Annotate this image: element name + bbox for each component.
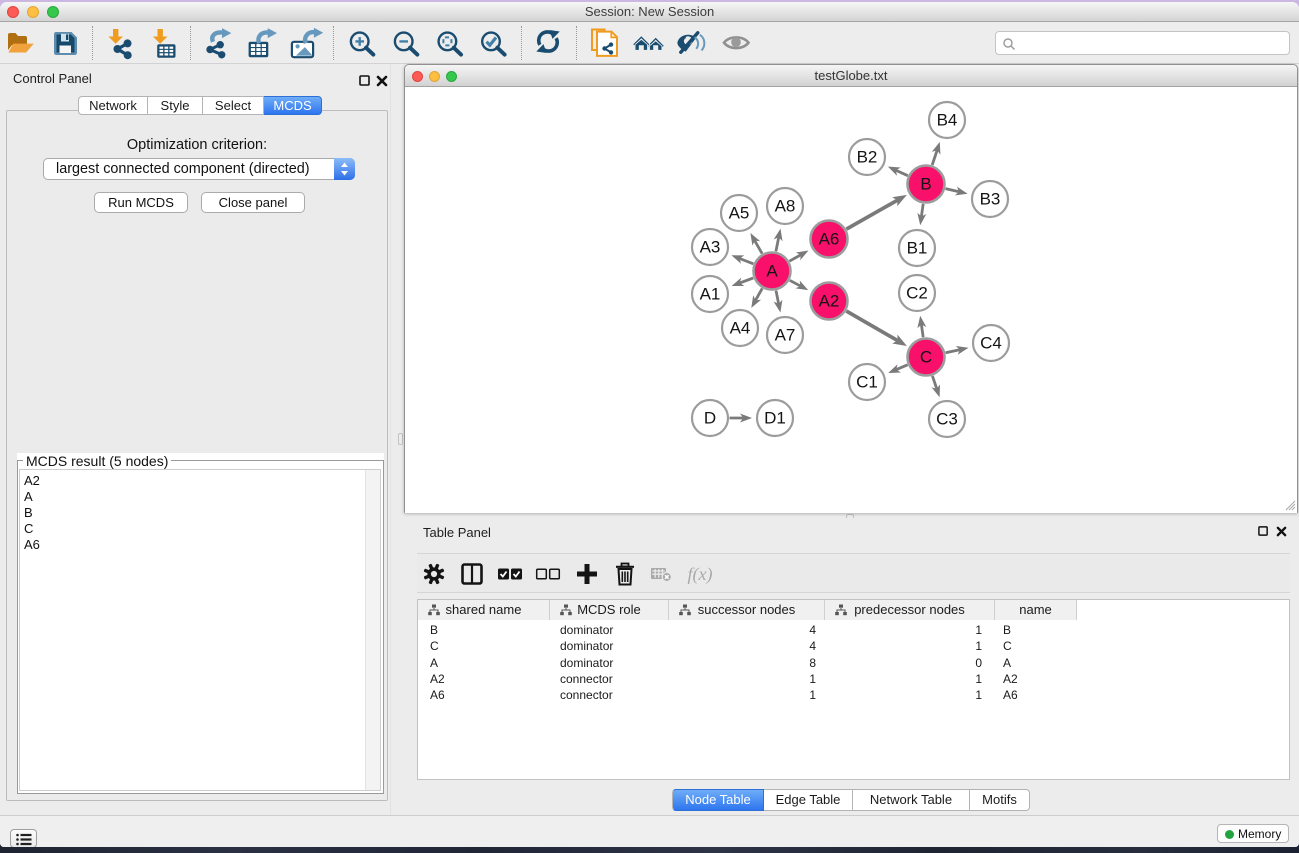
svg-text:A6: A6 — [819, 230, 840, 249]
svg-text:C2: C2 — [906, 284, 928, 303]
svg-text:B3: B3 — [980, 190, 1001, 209]
svg-text:C1: C1 — [856, 373, 878, 392]
svg-text:B: B — [920, 175, 931, 194]
svg-text:D1: D1 — [764, 409, 786, 428]
svg-text:C3: C3 — [936, 410, 958, 429]
svg-text:B2: B2 — [857, 148, 878, 167]
svg-text:A4: A4 — [730, 319, 751, 338]
svg-text:A7: A7 — [775, 326, 796, 345]
svg-text:A2: A2 — [819, 292, 840, 311]
svg-text:B4: B4 — [937, 111, 958, 130]
svg-text:A8: A8 — [775, 197, 796, 216]
svg-text:A3: A3 — [700, 238, 721, 257]
svg-text:A5: A5 — [729, 204, 750, 223]
svg-text:B1: B1 — [907, 239, 928, 258]
svg-text:C4: C4 — [980, 334, 1002, 353]
svg-text:C: C — [920, 348, 932, 367]
svg-text:D: D — [704, 409, 716, 428]
svg-text:A1: A1 — [700, 285, 721, 304]
svg-text:A: A — [766, 262, 778, 281]
